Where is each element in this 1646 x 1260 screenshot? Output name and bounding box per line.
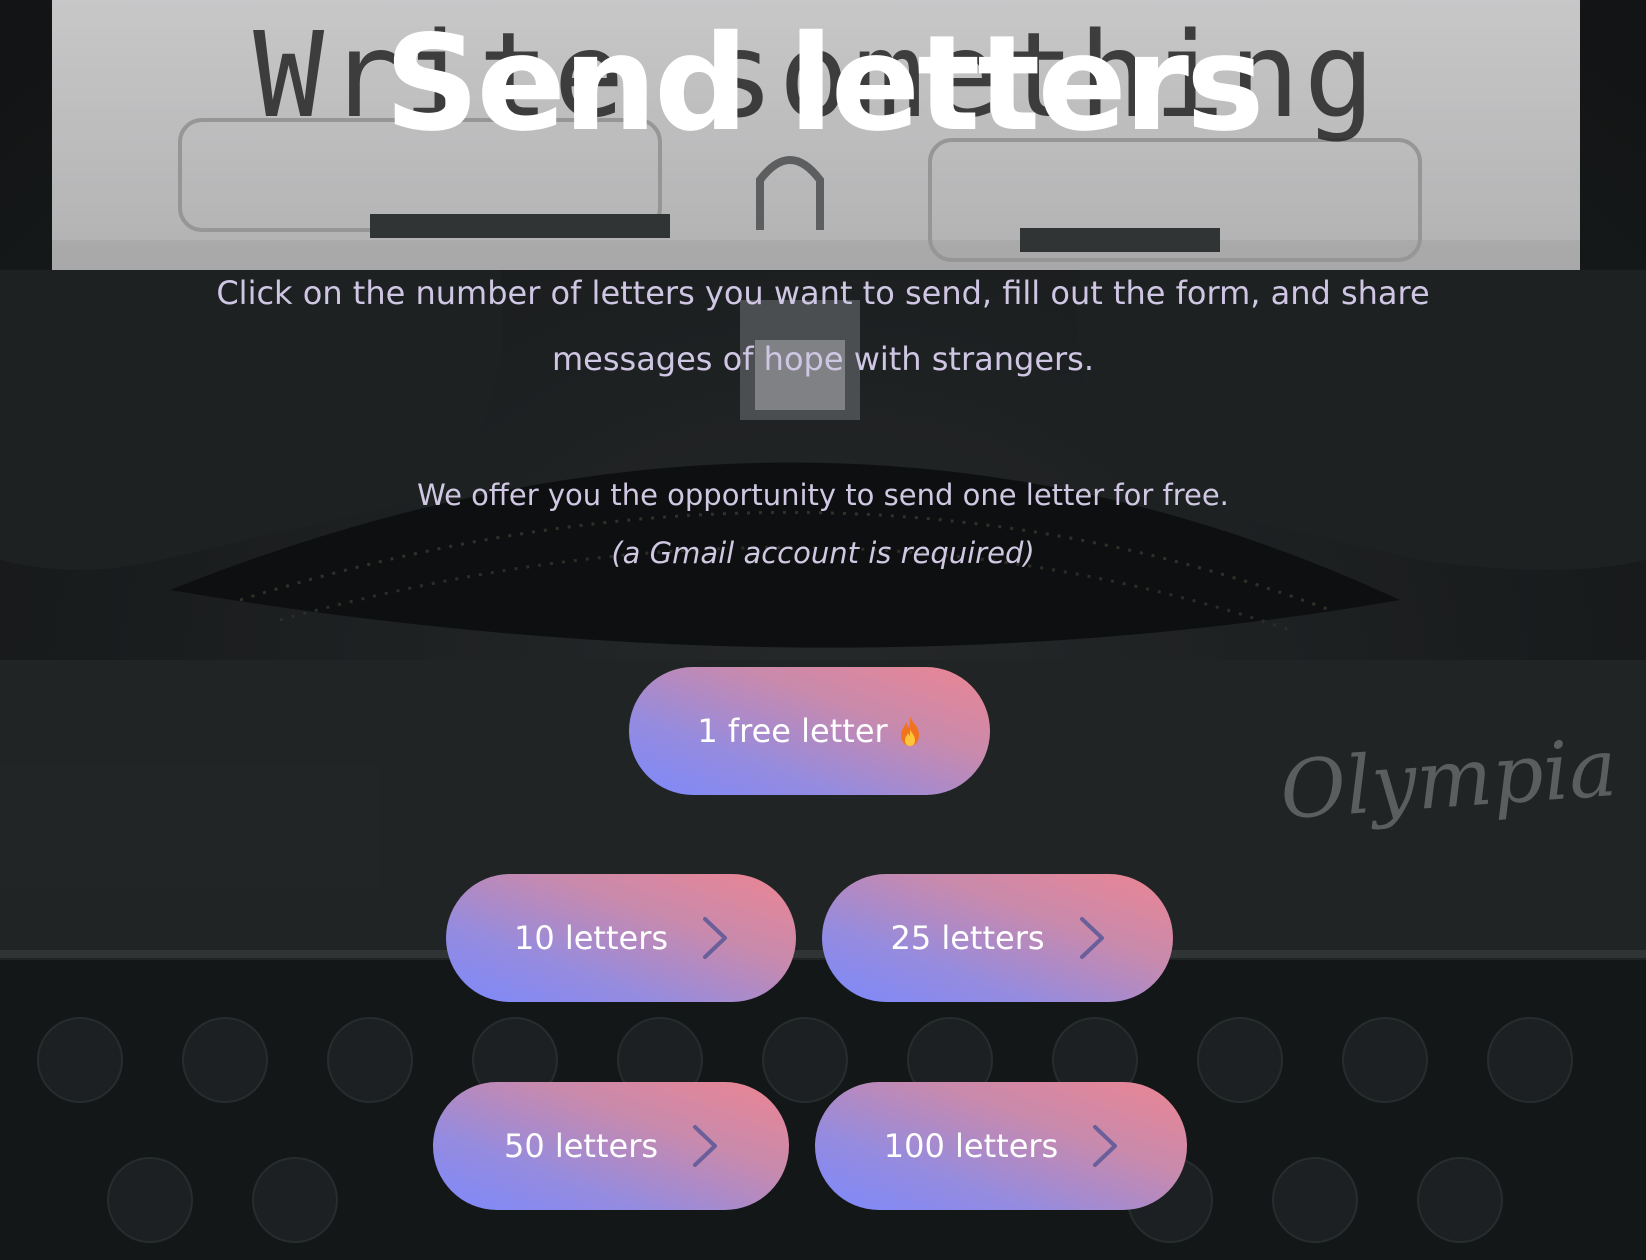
chevron-right-icon xyxy=(1079,917,1104,959)
free-letter-label: 1 free letter xyxy=(697,712,888,750)
fifty-letters-button[interactable]: 50 letters xyxy=(433,1082,789,1210)
twentyfive-letters-button[interactable]: 25 letters xyxy=(822,874,1173,1002)
ten-letters-label: 10 letters xyxy=(513,919,669,957)
page-title: Send letters xyxy=(384,7,1264,161)
twentyfive-letters-label: 25 letters xyxy=(890,919,1045,957)
chevron-right-icon xyxy=(1093,1125,1118,1167)
content-area: Send letters Click on the number of lett… xyxy=(0,0,1646,1260)
hero-section: Write something Olympia Send letters Cli… xyxy=(0,0,1646,1260)
free-letter-button[interactable]: 1 free letter xyxy=(629,667,990,795)
fire-icon xyxy=(900,716,919,746)
free-offer-text: We offer you the opportunity to send one… xyxy=(417,478,1229,512)
chevron-right-icon xyxy=(703,917,728,959)
page-subtitle: Click on the number of letters you want … xyxy=(216,274,1430,378)
chevron-right-icon xyxy=(693,1125,718,1167)
gmail-requirement-note: (a Gmail account is required) xyxy=(611,536,1035,570)
hundred-letters-label: 100 letters xyxy=(883,1127,1059,1165)
hundred-letters-button[interactable]: 100 letters xyxy=(815,1082,1187,1210)
ten-letters-button[interactable]: 10 letters xyxy=(446,874,796,1002)
fifty-letters-label: 50 letters xyxy=(503,1127,659,1165)
